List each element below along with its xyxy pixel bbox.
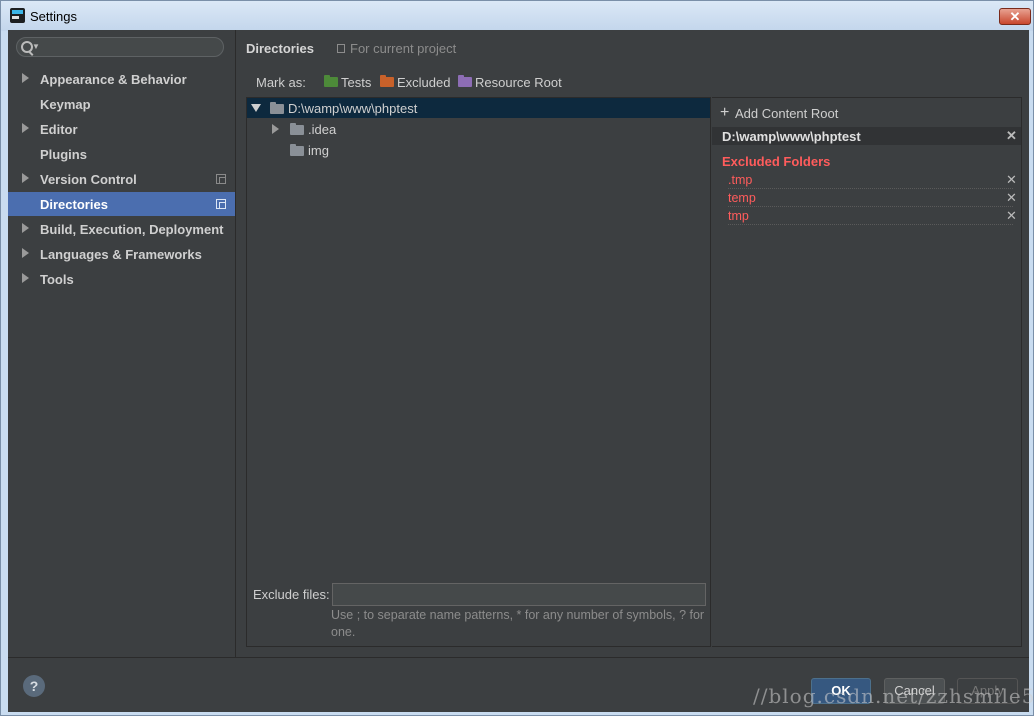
project-scope-icon: [216, 199, 226, 209]
directory-tree: D:\wamp\www\phptest .idea img Exclude fi…: [246, 97, 711, 647]
excluded-folder-label: tmp: [728, 209, 749, 223]
sidebar-item-label: Keymap: [40, 97, 91, 112]
folder-icon: [290, 144, 304, 156]
sidebar-item-label: Directories: [40, 197, 108, 212]
excluded-folder-label: .tmp: [728, 173, 753, 187]
sidebar-item-label: Tools: [40, 272, 74, 287]
tree-item-label: .idea: [308, 122, 337, 137]
tree-row-img[interactable]: img: [247, 140, 710, 160]
sidebar-item-label: Languages & Frameworks: [40, 247, 202, 262]
project-scope-icon: [216, 174, 226, 184]
expand-arrow-icon: [22, 248, 29, 258]
sidebar-item-keymap[interactable]: Keymap: [8, 92, 235, 116]
help-button[interactable]: ?: [23, 675, 45, 697]
remove-content-root-icon[interactable]: ✕: [1006, 128, 1017, 144]
content-root-path-text: D:\wamp\www\phptest: [722, 129, 861, 144]
folder-icon: [270, 102, 284, 114]
settings-sidebar: ▼ Appearance & Behavior Keymap Editor Pl…: [8, 30, 236, 657]
sidebar-item-appearance-behavior[interactable]: Appearance & Behavior: [8, 67, 235, 91]
folder-icon: [290, 123, 304, 135]
remove-excluded-icon[interactable]: ✕: [1006, 208, 1017, 224]
settings-window: Settings ✕ ▼ Appearance & Behavior Keyma…: [0, 0, 1034, 716]
sidebar-item-label: Editor: [40, 122, 78, 137]
sidebar-item-languages-frameworks[interactable]: Languages & Frameworks: [8, 242, 235, 266]
watermark-text: //blog.csdn.net/zzhsmile520: [753, 684, 1034, 708]
tests-folder-icon: [324, 75, 338, 87]
sidebar-item-label: Build, Execution, Deployment: [40, 222, 224, 237]
mark-as-label: Mark as:: [256, 75, 306, 90]
sidebar-item-directories[interactable]: Directories: [8, 192, 235, 216]
tree-item-label: D:\wamp\www\phptest: [288, 101, 418, 116]
mark-tests-label: Tests: [341, 75, 372, 90]
sidebar-item-editor[interactable]: Editor: [8, 117, 235, 141]
page-title: Directories: [246, 41, 314, 56]
excluded-folder-item: .tmp: [728, 173, 1013, 189]
sidebar-item-label: Plugins: [40, 147, 87, 162]
excluded-folder-icon: [380, 75, 394, 87]
tree-row-root[interactable]: D:\wamp\www\phptest: [247, 98, 710, 118]
sidebar-item-plugins[interactable]: Plugins: [8, 142, 235, 166]
excluded-folder-item: temp: [728, 191, 1013, 207]
directories-panel: Directories For current project Mark as:…: [236, 30, 1029, 657]
content-root-panel: + Add Content Root D:\wamp\www\phptest ✕…: [712, 97, 1022, 647]
scope-label: For current project: [350, 41, 457, 56]
expand-arrow-icon[interactable]: [272, 124, 279, 134]
add-content-root-label: Add Content Root: [735, 106, 839, 121]
phpstorm-app-icon: [10, 8, 25, 23]
exclude-files-input[interactable]: [332, 583, 706, 606]
window-close-button[interactable]: ✕: [999, 8, 1031, 25]
collapse-arrow-icon[interactable]: [251, 104, 261, 112]
exclude-files-hint: Use ; to separate name patterns, * for a…: [331, 608, 705, 639]
exclude-files-label: Exclude files:: [253, 587, 330, 602]
project-scope-icon: [337, 44, 345, 53]
sidebar-item-version-control[interactable]: Version Control: [8, 167, 235, 191]
remove-excluded-icon[interactable]: ✕: [1006, 172, 1017, 188]
mark-excluded-label: Excluded: [397, 75, 451, 90]
tree-item-label: img: [308, 143, 329, 158]
remove-excluded-icon[interactable]: ✕: [1006, 190, 1017, 206]
expand-arrow-icon: [22, 123, 29, 133]
excluded-folders-heading: Excluded Folders: [722, 154, 831, 169]
expand-arrow-icon: [22, 73, 29, 83]
chevron-down-icon: ▼: [32, 42, 40, 51]
content-root-path: D:\wamp\www\phptest ✕: [712, 127, 1021, 145]
mark-resource-root-label: Resource Root: [475, 75, 562, 90]
plus-icon: +: [720, 104, 730, 121]
excluded-folder-label: temp: [728, 191, 756, 205]
title-bar: Settings ✕: [1, 1, 1033, 31]
sidebar-item-label: Appearance & Behavior: [40, 72, 187, 87]
expand-arrow-icon: [22, 223, 29, 233]
expand-arrow-icon: [22, 173, 29, 183]
window-title: Settings: [30, 9, 77, 24]
settings-search-input[interactable]: ▼: [16, 37, 224, 57]
tree-row-idea[interactable]: .idea: [247, 119, 710, 139]
sidebar-item-tools[interactable]: Tools: [8, 267, 235, 291]
sidebar-item-label: Version Control: [40, 172, 137, 187]
sidebar-item-build-execution-deployment[interactable]: Build, Execution, Deployment: [8, 217, 235, 241]
resource-folder-icon: [458, 75, 472, 87]
expand-arrow-icon: [22, 273, 29, 283]
excluded-folder-item: tmp: [728, 209, 1013, 225]
settings-client: ▼ Appearance & Behavior Keymap Editor Pl…: [8, 30, 1029, 712]
